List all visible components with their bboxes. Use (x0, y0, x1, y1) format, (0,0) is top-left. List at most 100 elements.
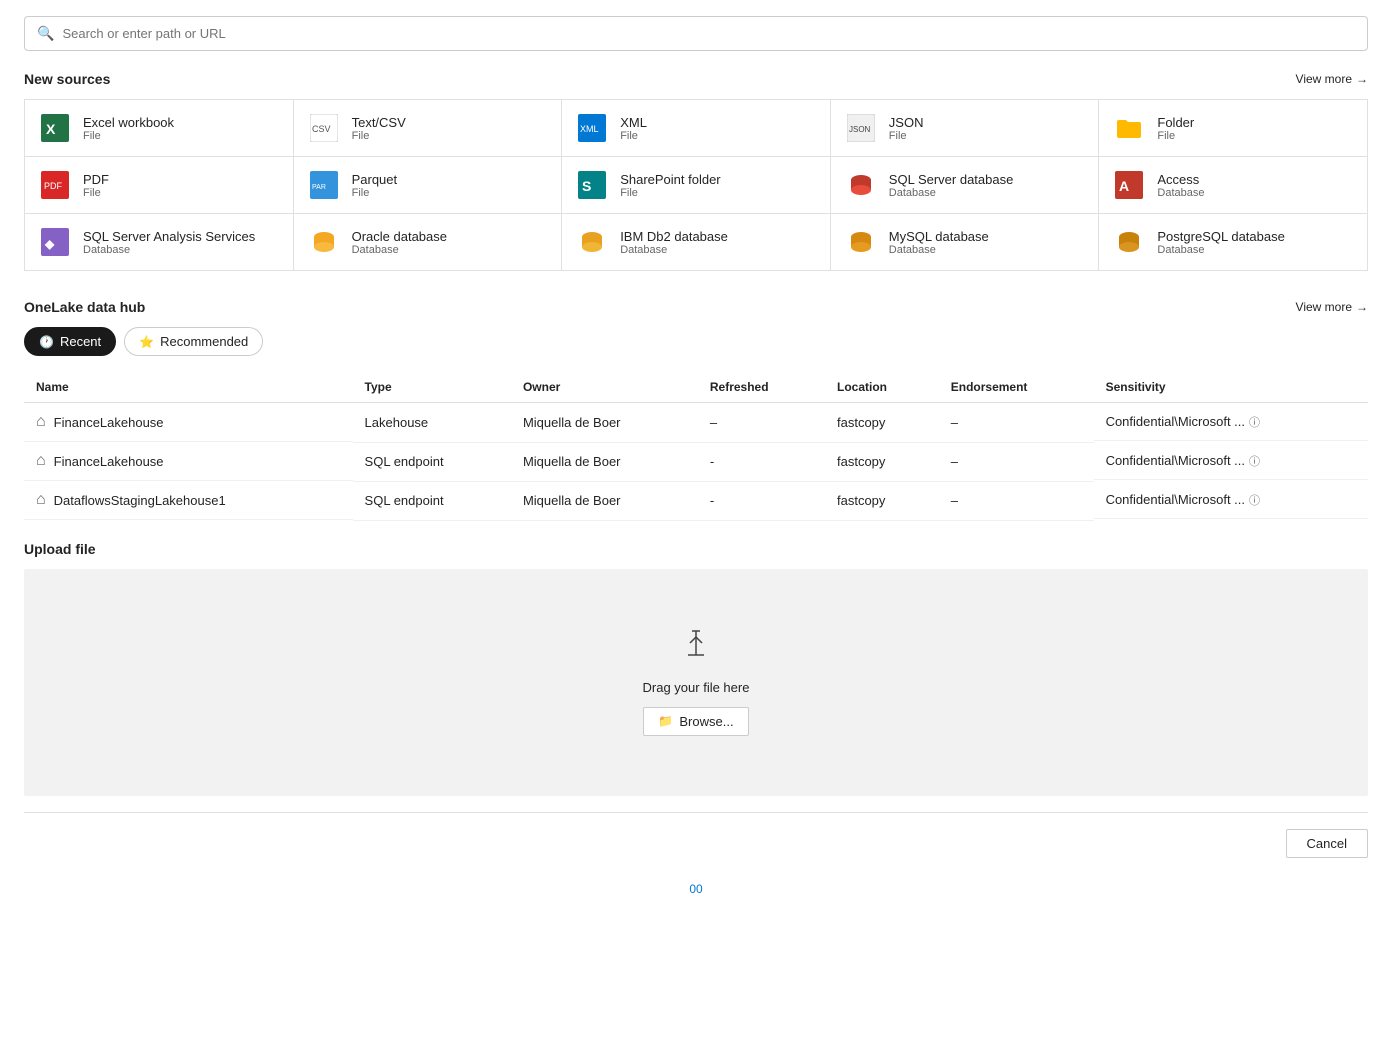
info-icon[interactable]: ⓘ (1249, 414, 1260, 430)
row-location: fastcopy (825, 442, 939, 481)
row-name: DataflowsStagingLakehouse1 (54, 493, 226, 508)
col-refreshed: Refreshed (698, 372, 825, 403)
pdf-icon: PDF (39, 169, 71, 201)
recommended-tab-label: Recommended (160, 334, 248, 349)
row-sensitivity: Confidential\Microsoft ... ⓘ (1094, 443, 1368, 480)
svg-text:CSV: CSV (312, 124, 331, 134)
analysis-icon: ◆ (39, 226, 71, 258)
row-refreshed: – (698, 403, 825, 443)
source-item-postgresql[interactable]: PostgreSQL database Database (1099, 214, 1367, 270)
row-name: FinanceLakehouse (54, 415, 164, 430)
row-endorsement: – (939, 442, 1094, 481)
search-input[interactable] (62, 26, 1355, 41)
row-sensitivity: Confidential\Microsoft ... ⓘ (1094, 404, 1368, 441)
cancel-button[interactable]: Cancel (1286, 829, 1368, 858)
table-row[interactable]: ⌂ FinanceLakehouse Lakehouse Miquella de… (24, 403, 1368, 443)
svg-text:S: S (582, 178, 591, 194)
upload-title: Upload file (24, 541, 1368, 557)
row-owner: Miquella de Boer (511, 403, 698, 443)
source-item-oracle[interactable]: Oracle database Database (294, 214, 562, 270)
browse-button[interactable]: 📁 Browse... (643, 707, 748, 736)
xml-icon: XML (576, 112, 608, 144)
excel-icon: X (39, 112, 71, 144)
source-item-sql_analysis[interactable]: ◆ SQL Server Analysis Services Database (25, 214, 293, 270)
folder-icon (1113, 112, 1145, 144)
onelake-title: OneLake data hub (24, 299, 145, 315)
row-refreshed: - (698, 442, 825, 481)
postgres-icon (1113, 226, 1145, 258)
new-sources-view-more[interactable]: View more → (1296, 72, 1368, 86)
source-item-excel[interactable]: X Excel workbook File (25, 100, 293, 156)
onelake-section: OneLake data hub View more → 🕐 Recent ⭐ Rec… (24, 299, 1368, 521)
upload-icon (680, 629, 712, 668)
upload-section: Upload file Drag your file here 📁 Browse… (24, 541, 1368, 796)
tab-recommended[interactable]: ⭐ Recommended (124, 327, 263, 356)
arrow-right-icon-2: → (1356, 300, 1368, 314)
folder-icon: 📁 (658, 714, 673, 728)
oracle-icon (308, 226, 340, 258)
source-item-ibm_db2[interactable]: IBM Db2 database Database (562, 214, 830, 270)
col-sensitivity: Sensitivity (1094, 372, 1368, 403)
tab-recent[interactable]: 🕐 Recent (24, 327, 116, 356)
source-grid: X Excel workbook File CSV Text/CSV File … (24, 99, 1368, 271)
col-endorsement: Endorsement (939, 372, 1094, 403)
browse-label: Browse... (679, 714, 733, 729)
onelake-tabs: 🕐 Recent ⭐ Recommended (24, 327, 1368, 356)
table-row[interactable]: ⌂ DataflowsStagingLakehouse1 SQL endpoin… (24, 481, 1368, 520)
json-icon: JSON (845, 112, 877, 144)
info-icon[interactable]: ⓘ (1249, 492, 1260, 508)
source-item-xml[interactable]: XML XML File (562, 100, 830, 156)
search-bar[interactable]: 🔍 (24, 16, 1368, 51)
ibm-icon (576, 226, 608, 258)
row-type: SQL endpoint (353, 442, 511, 481)
row-type: Lakehouse (353, 403, 511, 443)
row-refreshed: - (698, 481, 825, 520)
onelake-table: NameTypeOwnerRefreshedLocationEndorsemen… (24, 372, 1368, 521)
lakehouse-icon: ⌂ (36, 491, 46, 509)
row-type: SQL endpoint (353, 481, 511, 520)
svg-text:PAR: PAR (312, 184, 326, 191)
col-owner: Owner (511, 372, 698, 403)
row-owner: Miquella de Boer (511, 481, 698, 520)
svg-text:JSON: JSON (849, 125, 871, 134)
row-location: fastcopy (825, 403, 939, 443)
row-endorsement: – (939, 481, 1094, 520)
new-sources-section: New sources View more → X Excel workbook… (24, 71, 1368, 271)
svg-text:A: A (1119, 178, 1129, 194)
source-item-json[interactable]: JSON JSON File (831, 100, 1099, 156)
search-icon: 🔍 (37, 25, 54, 42)
lakehouse-icon: ⌂ (36, 413, 46, 431)
col-name: Name (24, 372, 353, 403)
footer: Cancel (24, 812, 1368, 874)
row-endorsement: – (939, 403, 1094, 443)
source-item-parquet[interactable]: PAR Parquet File (294, 157, 562, 213)
source-item-pdf[interactable]: PDF PDF File (25, 157, 293, 213)
svg-text:X: X (46, 121, 56, 137)
svg-text:PDF: PDF (44, 181, 63, 191)
source-item-folder[interactable]: Folder File (1099, 100, 1367, 156)
recent-tab-label: Recent (60, 334, 101, 349)
source-item-sharepoint[interactable]: S SharePoint folder File (562, 157, 830, 213)
table-row[interactable]: ⌂ FinanceLakehouse SQL endpoint Miquella… (24, 442, 1368, 481)
col-location: Location (825, 372, 939, 403)
sql-icon (845, 169, 877, 201)
upload-drop-zone[interactable]: Drag your file here 📁 Browse... (24, 569, 1368, 796)
recent-tab-icon: 🕐 (39, 335, 54, 349)
access-icon: A (1113, 169, 1145, 201)
mysql-icon (845, 226, 877, 258)
onelake-view-more[interactable]: View more → (1296, 300, 1368, 314)
recommended-tab-icon: ⭐ (139, 335, 154, 349)
arrow-right-icon: → (1356, 72, 1368, 86)
source-item-mysql[interactable]: MySQL database Database (831, 214, 1099, 270)
lakehouse-icon: ⌂ (36, 452, 46, 470)
source-item-access[interactable]: A Access Database (1099, 157, 1367, 213)
svg-text:◆: ◆ (44, 237, 55, 251)
row-location: fastcopy (825, 481, 939, 520)
csv-icon: CSV (308, 112, 340, 144)
page-number: 00 (24, 874, 1368, 904)
info-icon[interactable]: ⓘ (1249, 453, 1260, 469)
source-item-text_csv[interactable]: CSV Text/CSV File (294, 100, 562, 156)
svg-text:XML: XML (580, 124, 599, 134)
source-item-sql_server[interactable]: SQL Server database Database (831, 157, 1099, 213)
sharepoint-icon: S (576, 169, 608, 201)
